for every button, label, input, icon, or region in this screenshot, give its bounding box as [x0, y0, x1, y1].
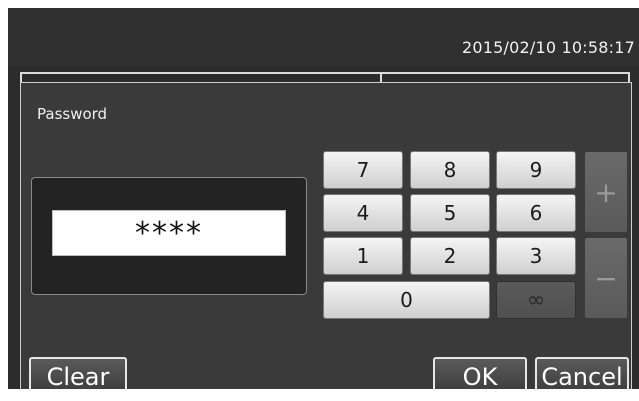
- key-7[interactable]: 7: [323, 151, 403, 189]
- key-5[interactable]: 5: [410, 194, 490, 232]
- key-4[interactable]: 4: [323, 194, 403, 232]
- password-input[interactable]: ****: [52, 210, 286, 256]
- key-infinity: ∞: [496, 281, 576, 319]
- key-3[interactable]: 3: [496, 237, 576, 275]
- key-9[interactable]: 9: [496, 151, 576, 189]
- key-2[interactable]: 2: [410, 237, 490, 275]
- key-8[interactable]: 8: [410, 151, 490, 189]
- device-screen: 2015/02/10 10:58:17 Password **** 7 8 9 …: [8, 8, 639, 389]
- datetime-display: 2015/02/10 10:58:17: [462, 38, 635, 57]
- key-minus[interactable]: −: [584, 237, 628, 319]
- dialog-title: Password: [37, 105, 108, 123]
- password-frame: ****: [31, 177, 307, 295]
- key-1[interactable]: 1: [323, 237, 403, 275]
- ok-button[interactable]: OK: [433, 357, 527, 389]
- key-6[interactable]: 6: [496, 194, 576, 232]
- tab-strip: [20, 72, 630, 82]
- key-plus[interactable]: +: [584, 151, 628, 233]
- key-0[interactable]: 0: [323, 281, 490, 319]
- password-dialog: Password **** 7 8 9 4 5 6 1 2 3 0 ∞ + − …: [20, 82, 632, 389]
- clear-button[interactable]: Clear: [29, 357, 127, 389]
- status-bar: 2015/02/10 10:58:17: [8, 8, 639, 66]
- cancel-button[interactable]: Cancel: [535, 357, 629, 389]
